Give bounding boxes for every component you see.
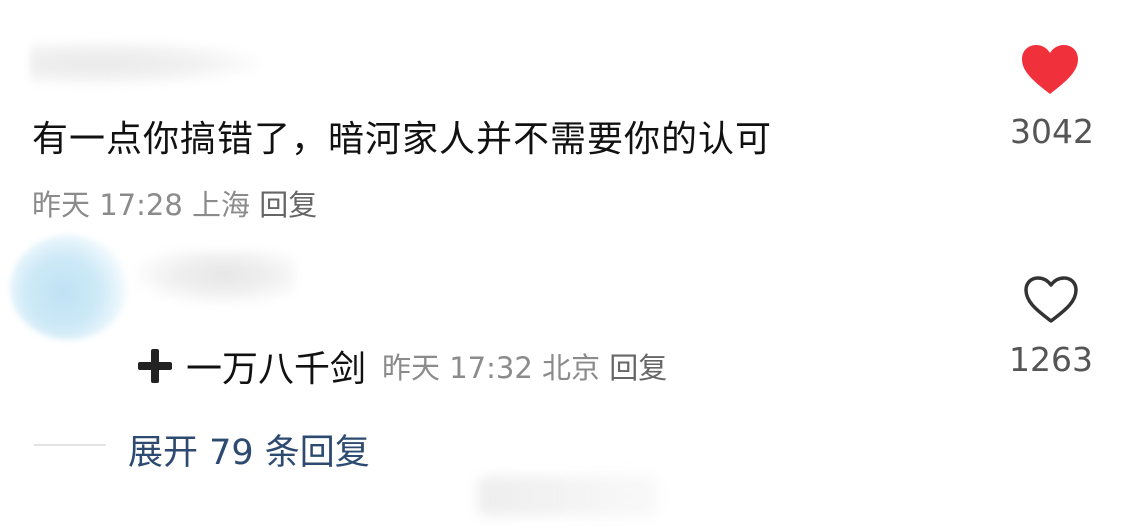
like-count: 1263 — [1009, 340, 1093, 379]
comment-meta: 昨天 17:32 北京 回复 — [382, 345, 667, 387]
comment-location: 北京 — [542, 351, 601, 385]
divider — [34, 444, 106, 446]
heart-icon[interactable] — [1020, 44, 1080, 96]
heart-outline-icon[interactable] — [1023, 276, 1079, 324]
comment-time: 昨天 17:28 — [32, 188, 183, 222]
comment-location: 上海 — [192, 188, 251, 222]
comment-text: 有一点你搞错了，暗河家人并不需要你的认可 — [32, 119, 773, 160]
like-count: 3042 — [1010, 112, 1094, 151]
comment-time: 昨天 17:32 — [382, 351, 533, 385]
blurred-username — [30, 40, 260, 86]
comment-meta: 昨天 17:28 上海 回复 — [32, 182, 317, 224]
watermark — [478, 476, 658, 516]
expand-replies-button[interactable]: 展开 79 条回复 — [128, 424, 370, 475]
avatar[interactable] — [10, 235, 128, 340]
reply-button[interactable]: 回复 — [259, 188, 317, 222]
comment-text: 一万八千剑 — [186, 349, 367, 390]
comment-row: 一万八千剑 昨天 17:32 北京 回复 — [138, 340, 667, 392]
plus-icon — [138, 349, 172, 383]
reply-button[interactable]: 回复 — [609, 351, 667, 385]
blurred-username — [135, 250, 295, 305]
